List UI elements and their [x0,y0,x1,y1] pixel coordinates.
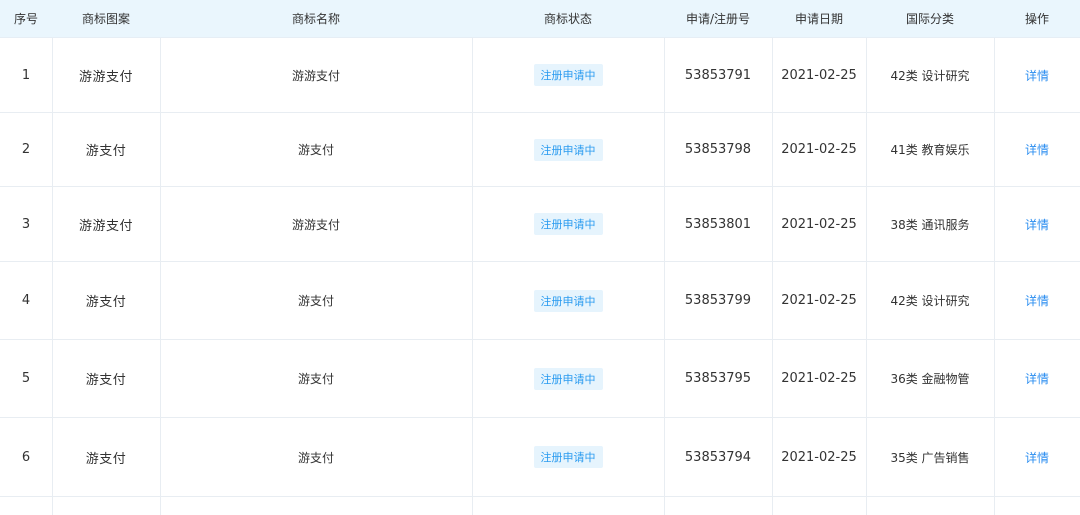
trademark-table: 序号 商标图案 商标名称 商标状态 申请/注册号 申请日期 国际分类 操作 1 … [0,0,1080,515]
row-index: 6 [21,449,31,465]
intl-class: 35类 广告销售 [890,450,970,465]
header-name: 商标名称 [291,12,340,26]
header-logo: 商标图案 [81,12,130,26]
reg-no: 53853795 [684,371,752,386]
table-row: 6 游支付 游支付 注册申请中 53853794 2021-02-25 35类 … [0,418,1080,497]
table-row: 1 游游支付 游游支付 注册申请中 53853791 2021-02-25 42… [0,38,1080,113]
intl-class: 41类 教育娱乐 [890,143,970,157]
row-index: 2 [21,142,31,157]
apply-date: 2021-02-25 [781,449,857,465]
trademark-logo: 游游支付 [52,187,160,261]
action-cell: 详情 [994,187,1080,261]
detail-link[interactable]: 详情 [1025,216,1049,233]
header-index: 序号 [13,12,38,26]
apply-date: 2021-02-25 [781,142,857,157]
intl-class: 38类 通讯服务 [890,217,970,232]
reg-no: 53853791 [684,67,752,83]
status-badge: 注册申请中 [533,367,603,390]
status-badge: 注册申请中 [533,213,603,235]
trademark-name: 游游支付 [291,68,340,83]
reg-no: 53853794 [684,449,752,465]
action-cell: 详情 [994,340,1080,417]
table-row: 4 游支付 游支付 注册申请中 53853799 2021-02-25 42类 … [0,262,1080,340]
trademark-name: 游支付 [297,450,334,465]
trademark-logo: 游支付 [52,113,160,186]
trademark-name: 游支付 [297,143,334,157]
action-cell: 详情 [994,38,1080,112]
table-row: 3 游游支付 游游支付 注册申请中 53853801 2021-02-25 38… [0,187,1080,262]
action-cell: 详情 [994,262,1080,339]
trademark-logo: 游支付 [52,340,160,417]
trademark-name: 游支付 [297,372,334,386]
status-cell: 注册申请中 [472,262,664,339]
table-row: 5 游支付 游支付 注册申请中 53853795 2021-02-25 36类 … [0,340,1080,418]
reg-no: 53853798 [684,142,752,157]
status-badge: 注册申请中 [533,289,603,312]
status-cell: 注册申请中 [472,187,664,261]
status-badge: 注册申请中 [533,64,603,86]
trademark-name: 游游支付 [291,217,340,232]
action-cell: 详情 [994,113,1080,186]
status-badge: 注册申请中 [533,446,603,468]
reg-no: 53853801 [684,216,752,232]
detail-link[interactable]: 详情 [1025,449,1049,466]
status-badge: 注册申请中 [533,138,603,161]
row-index: 4 [21,293,31,308]
trademark-logo: 游游支付 [52,38,160,112]
logo-text: 游游支付 [78,69,133,85]
reg-no: 53853799 [684,293,752,308]
trademark-logo: 游支付 [52,418,160,496]
table-row: 2 游支付 游支付 注册申请中 53853798 2021-02-25 41类 … [0,113,1080,187]
apply-date: 2021-02-25 [781,371,857,386]
status-cell: 注册申请中 [472,113,664,186]
intl-class: 36类 金融物管 [890,372,970,386]
detail-link[interactable]: 详情 [1025,141,1049,158]
status-cell: 注册申请中 [472,418,664,496]
apply-date: 2021-02-25 [781,67,857,83]
header-status: 商标状态 [543,12,592,26]
apply-date: 2021-02-25 [781,216,857,232]
logo-text: 游支付 [85,295,127,310]
table-header: 序号 商标图案 商标名称 商标状态 申请/注册号 申请日期 国际分类 操作 [0,0,1080,38]
logo-text: 游支付 [85,144,127,159]
status-cell: 注册申请中 [472,340,664,417]
apply-date: 2021-02-25 [781,293,857,308]
trademark-logo: 游支付 [52,262,160,339]
row-index: 3 [21,216,31,232]
action-cell: 详情 [994,418,1080,496]
intl-class: 42类 设计研究 [890,68,970,83]
logo-text: 游支付 [85,373,127,388]
trademark-name: 游支付 [297,294,334,308]
detail-link[interactable]: 详情 [1025,67,1049,84]
logo-text: 游支付 [85,451,127,467]
header-class: 国际分类 [905,12,954,26]
detail-link[interactable]: 详情 [1025,370,1049,387]
header-action: 操作 [1024,12,1049,26]
logo-text: 游游支付 [78,218,133,234]
header-reg-no: 申请/注册号 [685,12,751,26]
header-date: 申请日期 [794,12,843,26]
status-cell: 注册申请中 [472,38,664,112]
intl-class: 42类 设计研究 [890,294,970,308]
row-index: 1 [21,67,31,83]
row-index: 5 [21,371,31,386]
detail-link[interactable]: 详情 [1025,292,1049,309]
